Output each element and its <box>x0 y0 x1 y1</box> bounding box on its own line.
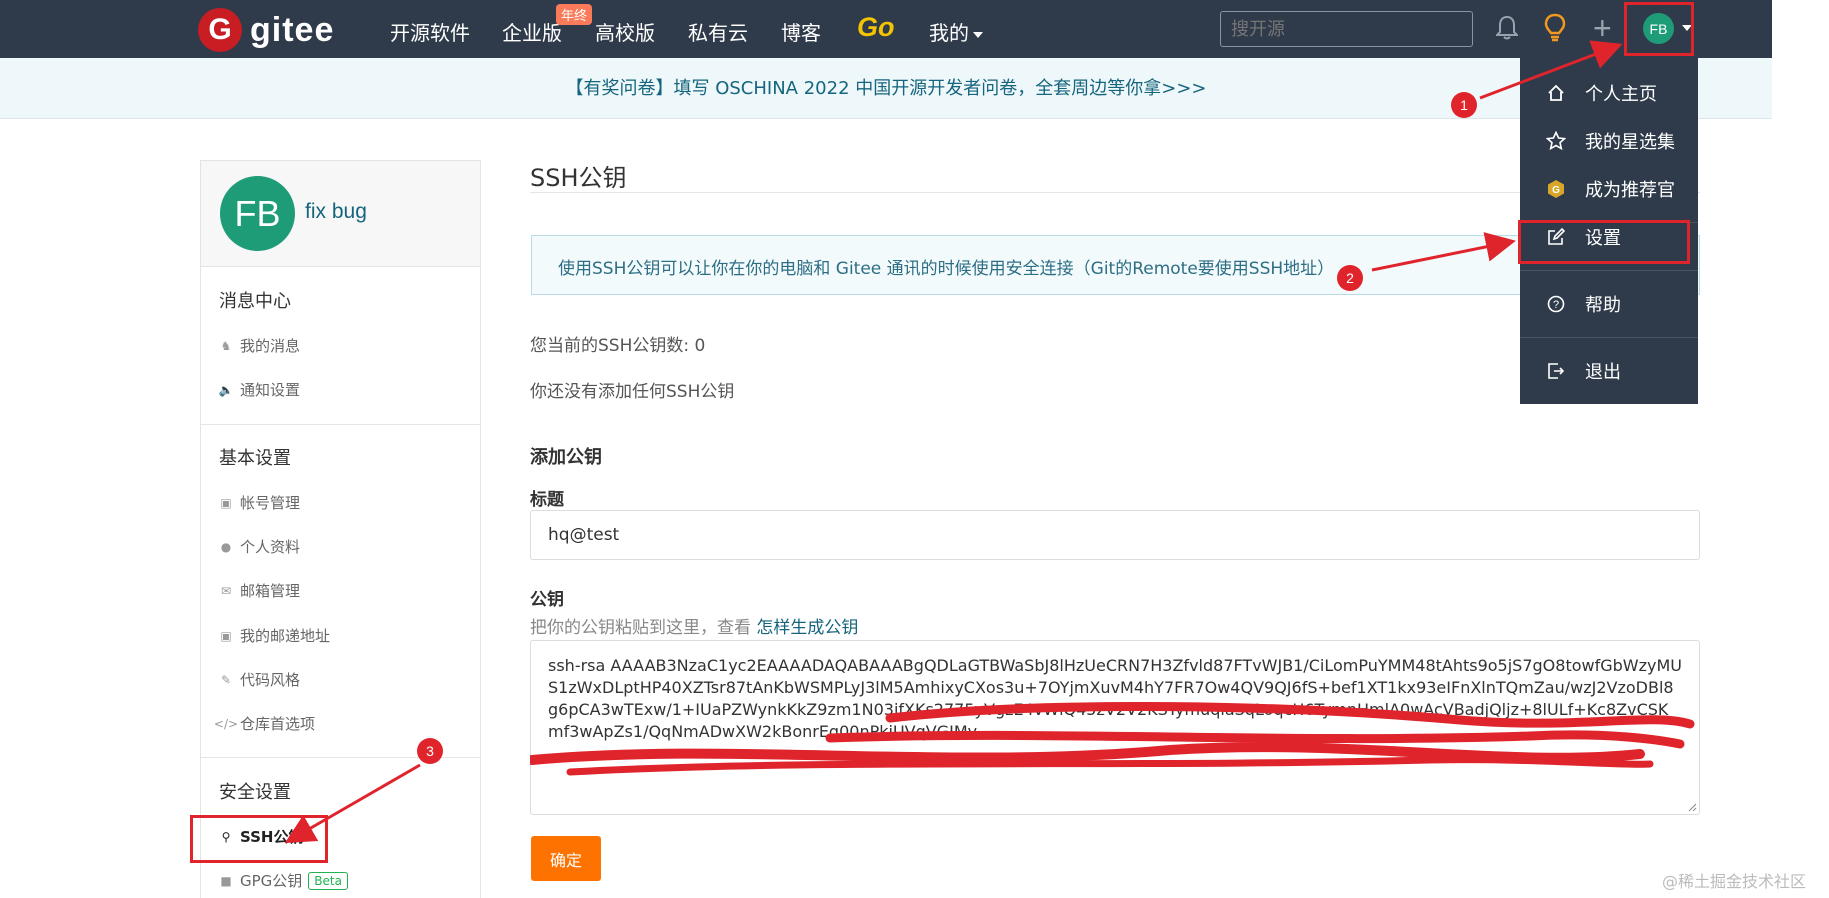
annotation-arrows <box>284 40 1623 843</box>
watermark: @稀土掘金技术社区 <box>1662 872 1807 891</box>
annotation-step-2: 2 <box>1337 265 1363 291</box>
annotation-step-1: 1 <box>1451 92 1477 118</box>
annotation-step-3: 3 <box>417 738 443 764</box>
